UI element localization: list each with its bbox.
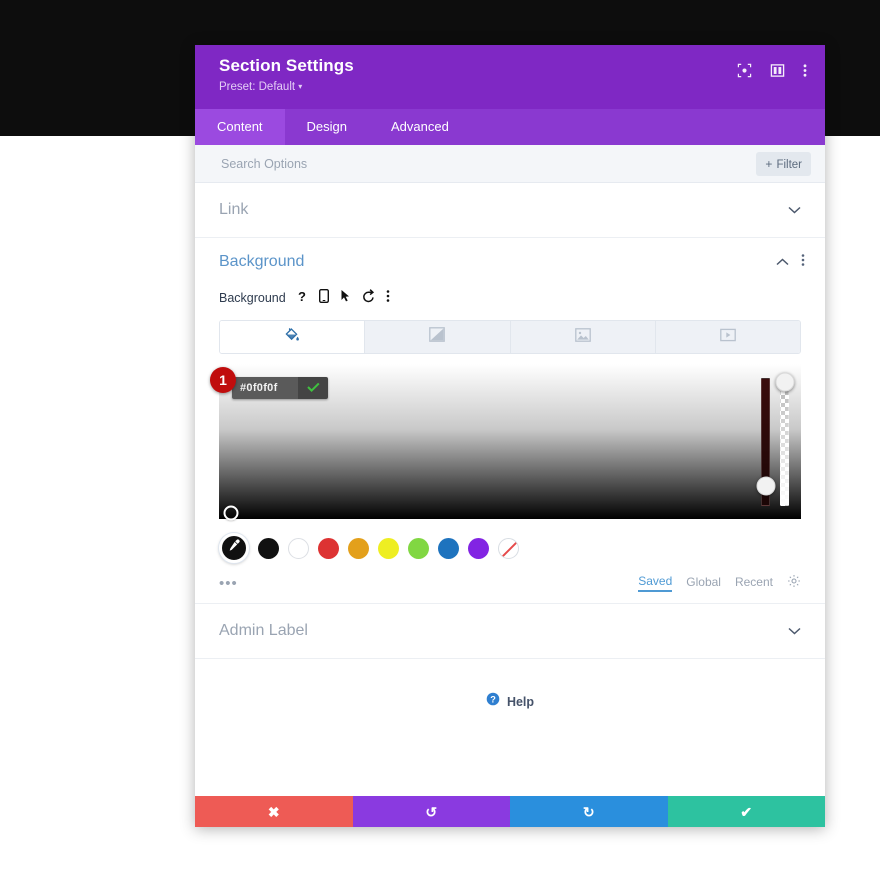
- reset-icon[interactable]: [362, 288, 375, 308]
- gear-icon[interactable]: [787, 574, 801, 593]
- redo-icon: ↻: [582, 803, 595, 820]
- redo-button[interactable]: ↻: [510, 796, 668, 827]
- more-vertical-icon[interactable]: [386, 289, 390, 308]
- section-toggle-admin-label[interactable]: Admin Label: [195, 604, 825, 659]
- paint-bucket-icon: [284, 327, 300, 348]
- modal-header-actions: [737, 63, 807, 83]
- saturation-value-area[interactable]: 1: [210, 364, 801, 521]
- swatch-orange[interactable]: [348, 537, 369, 559]
- step-badge: 1: [210, 367, 236, 393]
- image-icon: [574, 327, 591, 347]
- saturation-value-handle[interactable]: [223, 505, 239, 521]
- filter-button-label: Filter: [776, 158, 802, 171]
- tab-advanced[interactable]: Advanced: [369, 109, 471, 145]
- palette-tab-recent[interactable]: Recent: [735, 575, 773, 591]
- undo-button[interactable]: ↺: [352, 796, 510, 827]
- color-swatch-row: [219, 529, 801, 567]
- background-option-row: Background ?: [195, 286, 825, 310]
- tab-design[interactable]: Design: [285, 109, 369, 145]
- color-picker: 1: [210, 364, 801, 521]
- palette-tab-saved[interactable]: Saved: [638, 574, 673, 592]
- page-title: Section Settings: [219, 56, 354, 75]
- alpha-slider-handle[interactable]: [775, 372, 794, 392]
- check-icon: [306, 379, 320, 397]
- background-image-tab[interactable]: [510, 321, 656, 353]
- palette-tab-group: Saved Global Recent: [638, 574, 801, 593]
- check-icon: ✔: [740, 803, 753, 820]
- more-swatches-button[interactable]: •••: [219, 576, 238, 591]
- swatch-purple[interactable]: [468, 537, 489, 559]
- plus-icon: +: [765, 156, 773, 171]
- section-background: Background Background ? 1 #0f0f0f ••• Sa…: [195, 238, 825, 604]
- modal-body: Link Background Background ? 1 #0f0f0f •…: [195, 183, 825, 796]
- background-gradient-tab[interactable]: [365, 321, 511, 353]
- help-label: Help: [506, 694, 535, 709]
- focus-icon[interactable]: [737, 63, 752, 83]
- svg-text:?: ?: [490, 695, 496, 705]
- swatch-yellow[interactable]: [378, 537, 399, 559]
- hover-cursor-icon[interactable]: [340, 289, 351, 308]
- palette-controls: ••• Saved Global Recent: [219, 569, 801, 597]
- hex-confirm-button[interactable]: [298, 377, 328, 399]
- svg-text:?: ?: [298, 289, 306, 303]
- section-admin-label-label: Admin Label: [219, 622, 308, 639]
- palette-tab-global[interactable]: Global: [686, 575, 721, 591]
- more-vertical-icon[interactable]: [803, 63, 807, 83]
- swatch-white[interactable]: [288, 537, 309, 559]
- swatch-green[interactable]: [408, 537, 429, 559]
- swatch-transparent[interactable]: [498, 537, 519, 559]
- modal-header: Section Settings Preset: Default ▾: [195, 45, 825, 109]
- close-icon: ✖: [267, 803, 280, 820]
- chevron-down-icon: [788, 625, 801, 637]
- preset-selector[interactable]: Preset: Default ▾: [219, 80, 801, 95]
- section-settings-modal: Section Settings Preset: Default ▾ Conte…: [195, 45, 825, 827]
- hue-slider[interactable]: [756, 378, 775, 506]
- responsive-mobile-icon[interactable]: [318, 288, 329, 308]
- section-background-header[interactable]: Background: [195, 238, 825, 286]
- modal-footer: ✖ ↺ ↻ ✔: [195, 796, 825, 827]
- section-background-header-actions: [776, 253, 805, 272]
- chevron-down-icon: ▾: [298, 82, 303, 91]
- section-toggle-link[interactable]: Link: [195, 183, 825, 238]
- more-vertical-icon[interactable]: [801, 253, 805, 272]
- help-link[interactable]: ? Help: [195, 692, 825, 711]
- hue-slider-handle[interactable]: [756, 476, 775, 496]
- search-options-bar: +Filter: [195, 145, 825, 183]
- undo-icon: ↺: [425, 803, 438, 820]
- layout-split-icon[interactable]: [770, 63, 785, 83]
- save-button[interactable]: ✔: [667, 796, 825, 827]
- background-type-tabs: [219, 320, 801, 354]
- picker-sliders: [756, 372, 794, 506]
- gradient-icon: [429, 327, 446, 347]
- cancel-button[interactable]: ✖: [195, 796, 353, 827]
- alpha-slider[interactable]: [775, 372, 794, 506]
- question-circle-icon: ?: [486, 692, 500, 711]
- background-video-tab[interactable]: [655, 321, 800, 353]
- hex-color-field: [232, 377, 328, 399]
- chevron-up-icon[interactable]: [776, 255, 789, 269]
- preset-label: Preset: Default: [219, 81, 296, 93]
- background-option-label: Background: [219, 291, 286, 305]
- section-link-label: Link: [219, 201, 249, 218]
- eyedropper-icon: [227, 538, 242, 558]
- swatch-blue[interactable]: [438, 537, 459, 559]
- background-color-tab[interactable]: [220, 321, 366, 353]
- page-root: Section Settings Preset: Default ▾ Conte…: [0, 0, 880, 876]
- search-input[interactable]: [219, 155, 757, 172]
- video-icon: [720, 328, 736, 347]
- modal-tab-bar: Content Design Advanced: [195, 109, 825, 145]
- section-background-label: Background: [219, 253, 305, 270]
- hex-input[interactable]: [232, 377, 298, 399]
- tab-content[interactable]: Content: [195, 109, 285, 145]
- help-icon[interactable]: ?: [297, 289, 308, 308]
- swatch-black[interactable]: [258, 537, 279, 559]
- filter-button[interactable]: + Filter: [756, 151, 811, 176]
- chevron-down-icon: [788, 204, 801, 216]
- eyedropper-button[interactable]: [219, 533, 249, 563]
- swatch-red[interactable]: [318, 537, 339, 559]
